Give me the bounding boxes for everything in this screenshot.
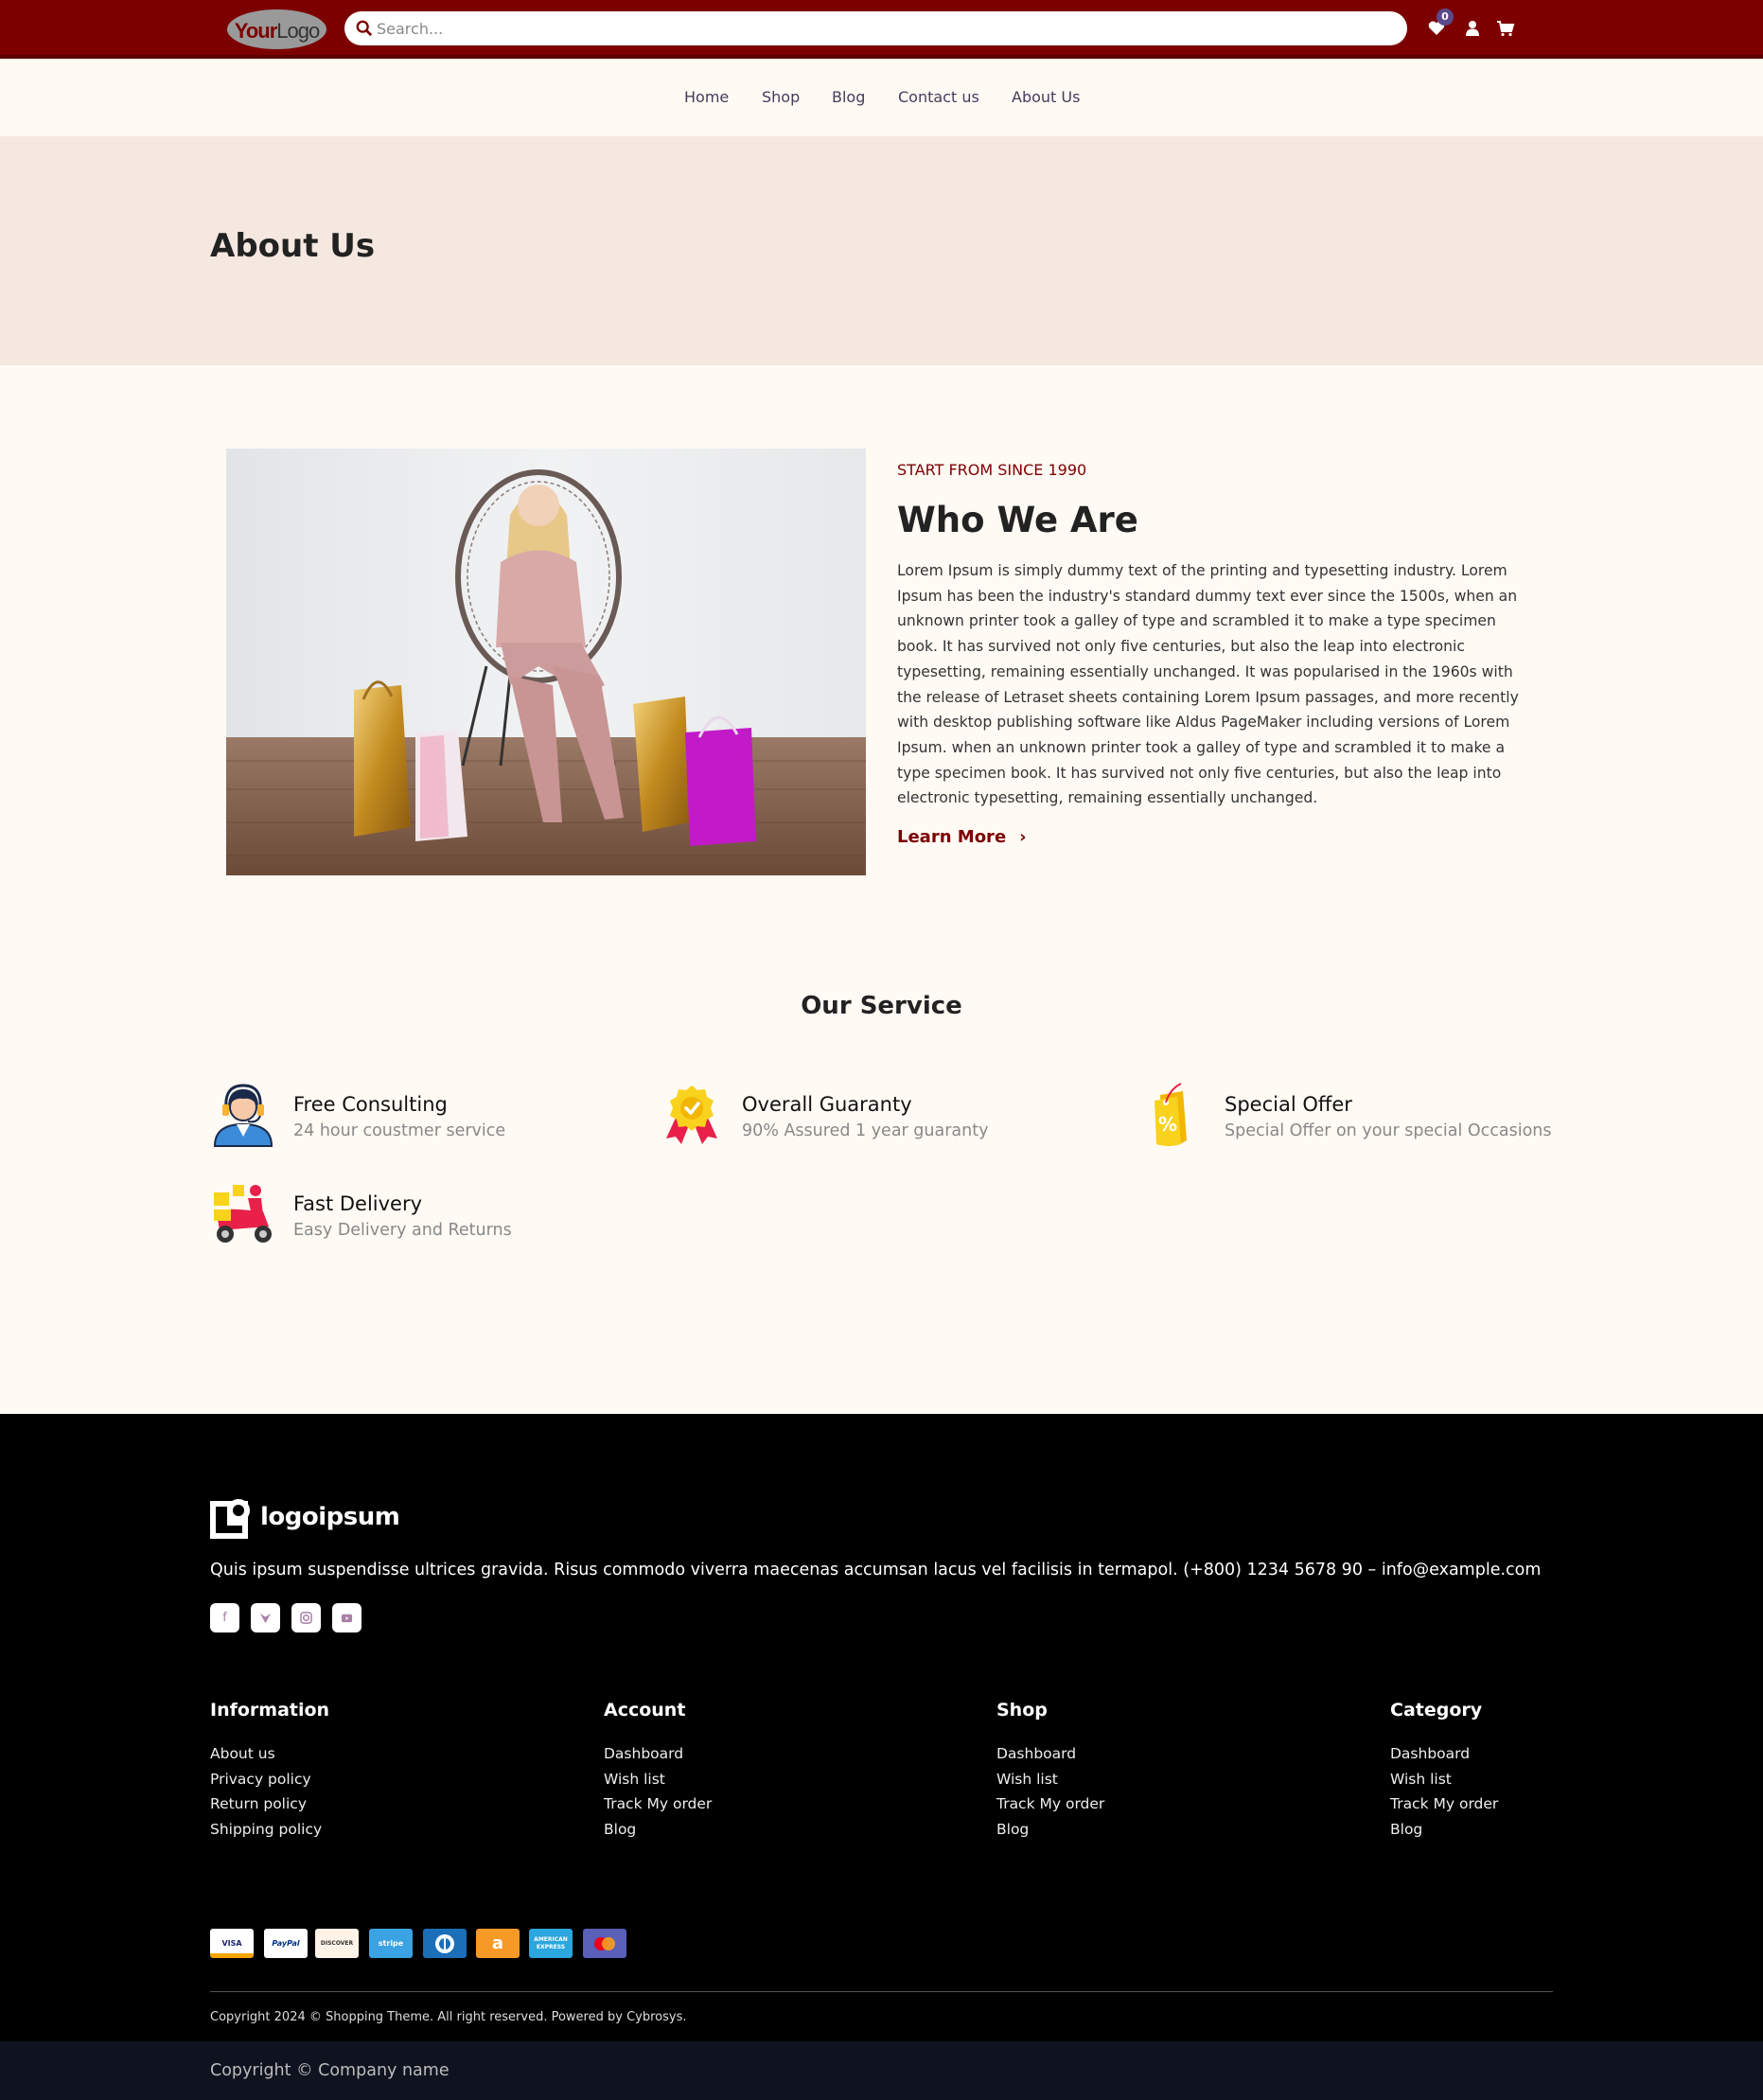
footer-column-account: Account Dashboard Wish list Track My ord… xyxy=(604,1700,712,1842)
footer-link[interactable]: Return policy xyxy=(210,1791,329,1817)
logoipsum-mark-icon xyxy=(210,1499,250,1539)
search-input[interactable] xyxy=(377,17,1389,40)
service-subtitle: Easy Delivery and Returns xyxy=(293,1221,512,1240)
bottom-copyright-bar: Copyright © Company name xyxy=(0,2041,1763,2100)
search-icon xyxy=(356,20,373,37)
footer-link[interactable]: Wish list xyxy=(1390,1767,1498,1792)
cart-icon[interactable] xyxy=(1496,19,1515,38)
about-paragraph: Lorem Ipsum is simply dummy text of the … xyxy=(897,562,1519,807)
chevron-right-icon: › xyxy=(1019,827,1027,847)
learn-more-link[interactable]: Learn More › xyxy=(897,827,1027,847)
discover-card-icon: DISCOVER xyxy=(315,1929,359,1958)
nav-home[interactable]: Home xyxy=(684,88,729,106)
site-footer: logoipsum Quis ipsum suspendisse ultrice… xyxy=(0,1414,1763,2041)
footer-divider xyxy=(210,1991,1553,1992)
footer-column-information: Information About us Privacy policy Retu… xyxy=(210,1700,329,1842)
service-subtitle: 90% Assured 1 year guaranty xyxy=(742,1121,989,1140)
guarantee-badge-icon xyxy=(666,1085,717,1144)
diners-club-card-icon xyxy=(423,1929,467,1958)
mastercard-card-icon xyxy=(583,1929,626,1958)
service-title: Overall Guaranty xyxy=(742,1093,912,1116)
paypal-card-icon: PayPal xyxy=(264,1929,308,1958)
youtube-icon[interactable] xyxy=(332,1603,361,1632)
svg-text:%: % xyxy=(1158,1113,1177,1136)
about-photo xyxy=(226,449,866,875)
page-title: About Us xyxy=(210,227,376,265)
footer-column-shop: Shop Dashboard Wish list Track My order … xyxy=(996,1700,1104,1842)
site-logo[interactable]: YourLogo xyxy=(227,9,326,49)
twitter-icon[interactable] xyxy=(251,1603,280,1632)
service-title: Special Offer xyxy=(1225,1093,1352,1116)
search-bar[interactable] xyxy=(344,11,1407,45)
nav-about-us[interactable]: About Us xyxy=(1012,88,1080,106)
service-subtitle: Special Offer on your special Occasions xyxy=(1225,1121,1552,1140)
top-header: YourLogo 0 xyxy=(0,0,1763,59)
amex-card-icon: AMERICAN EXPRESS xyxy=(529,1929,573,1958)
visa-card-icon: VISA xyxy=(210,1929,254,1958)
services-title: Our Service xyxy=(801,992,962,1020)
service-title: Fast Delivery xyxy=(293,1192,423,1215)
wishlist-count-badge: 0 xyxy=(1437,9,1454,26)
footer-copyright: Copyright 2024 © Shopping Theme. All rig… xyxy=(210,2010,687,2024)
bottom-copyright-text: Copyright © Company name xyxy=(210,2061,450,2080)
footer-column-title: Information xyxy=(210,1700,330,1721)
footer-column-title: Shop xyxy=(996,1700,1048,1721)
nav-shop[interactable]: Shop xyxy=(762,88,800,106)
footer-link[interactable]: Track My order xyxy=(996,1791,1104,1817)
about-title: Who We Are xyxy=(897,500,1138,540)
footer-logo-text: logoipsum xyxy=(260,1503,400,1531)
footer-link[interactable]: Dashboard xyxy=(1390,1741,1498,1767)
main-navigation: Home Shop Blog Contact us About Us xyxy=(0,59,1763,136)
footer-link[interactable]: Blog xyxy=(1390,1817,1498,1843)
footer-logo[interactable]: logoipsum xyxy=(210,1497,400,1539)
footer-link[interactable]: Shipping policy xyxy=(210,1817,329,1843)
instagram-icon[interactable] xyxy=(291,1603,321,1632)
service-title: Free Consulting xyxy=(293,1093,448,1116)
footer-link[interactable]: Track My order xyxy=(1390,1791,1498,1817)
service-subtitle: 24 hour coustmer service xyxy=(293,1121,506,1140)
user-icon[interactable] xyxy=(1463,19,1482,38)
logo-text: YourLogo xyxy=(234,19,320,43)
footer-column-title: Category xyxy=(1390,1700,1483,1721)
footer-link[interactable]: Wish list xyxy=(996,1767,1104,1792)
footer-link[interactable]: Blog xyxy=(996,1817,1104,1843)
facebook-icon[interactable]: f xyxy=(210,1603,239,1632)
footer-description: Quis ipsum suspendisse ultrices gravida.… xyxy=(210,1561,1542,1579)
footer-link[interactable]: Dashboard xyxy=(996,1741,1104,1767)
support-agent-icon xyxy=(213,1084,273,1147)
learn-more-label: Learn More xyxy=(897,827,1007,847)
delivery-scooter-icon xyxy=(214,1185,272,1243)
footer-link[interactable]: Dashboard xyxy=(604,1741,712,1767)
stripe-card-icon: stripe xyxy=(369,1929,413,1958)
discount-tag-icon: % xyxy=(1155,1083,1187,1146)
nav-blog[interactable]: Blog xyxy=(832,88,865,106)
footer-link[interactable]: About us xyxy=(210,1741,329,1767)
amazon-pay-card-icon: a xyxy=(476,1929,520,1958)
footer-link[interactable]: Privacy policy xyxy=(210,1767,329,1792)
footer-column-category: Category Dashboard Wish list Track My or… xyxy=(1390,1700,1498,1842)
footer-link[interactable]: Track My order xyxy=(604,1791,712,1817)
nav-contact-us[interactable]: Contact us xyxy=(898,88,979,106)
footer-column-title: Account xyxy=(604,1700,686,1721)
about-eyebrow: START FROM SINCE 1990 xyxy=(897,461,1087,479)
footer-link[interactable]: Wish list xyxy=(604,1767,712,1792)
page-hero: About Us xyxy=(0,136,1763,365)
footer-link[interactable]: Blog xyxy=(604,1817,712,1843)
